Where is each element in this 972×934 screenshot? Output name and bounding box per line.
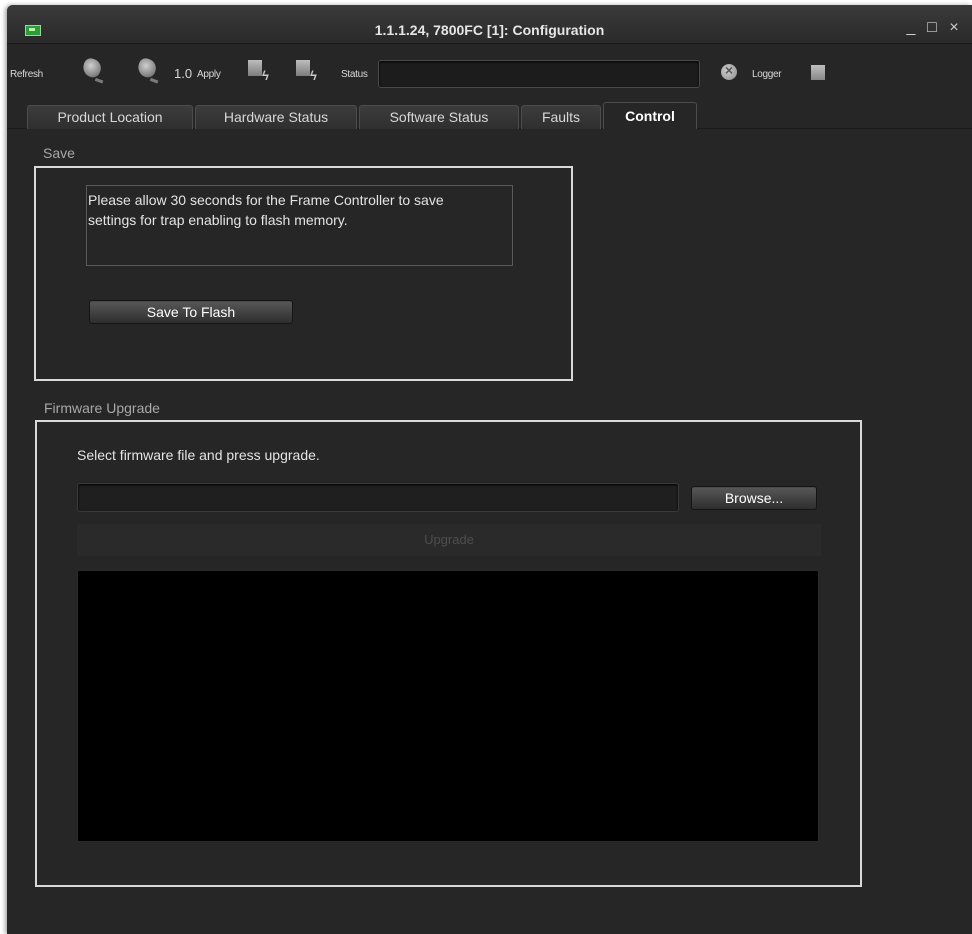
tab-hardware-status[interactable]: Hardware Status: [195, 105, 357, 129]
apply-all-bolt-glyph: ϟ: [310, 68, 317, 83]
tab-bar: Product Location Hardware Status Softwar…: [7, 101, 972, 129]
firmware-instruction: Select firmware file and press upgrade.: [77, 447, 320, 463]
minimize-icon[interactable]: _: [902, 19, 920, 37]
tab-product-location[interactable]: Product Location: [27, 105, 193, 129]
firmware-file-field[interactable]: [77, 483, 679, 512]
status-label: Status: [341, 69, 368, 80]
save-to-flash-button[interactable]: Save To Flash: [89, 300, 293, 324]
maximize-icon[interactable]: □: [923, 19, 941, 37]
apply-label[interactable]: Apply: [197, 69, 221, 80]
save-message-line-1: Please allow 30 seconds for the Frame Co…: [88, 192, 444, 208]
tab-control[interactable]: Control: [603, 102, 697, 129]
save-message-box: Please allow 30 seconds for the Frame Co…: [86, 185, 513, 266]
title-bar[interactable]: 1.1.1.24, 7800FC [1]: Configuration _ □ …: [7, 5, 972, 44]
tab-software-status[interactable]: Software Status: [359, 105, 519, 129]
refresh-gear-icon[interactable]: [80, 56, 104, 80]
save-section-label: Save: [43, 145, 75, 161]
apply-all-bolt-icon[interactable]: [296, 60, 310, 76]
save-message-line-2: settings for trap enabling to flash memo…: [88, 212, 348, 228]
logger-label[interactable]: Logger: [752, 69, 782, 80]
tab-faults[interactable]: Faults: [521, 105, 601, 129]
close-icon[interactable]: ×: [945, 19, 963, 37]
apply-bolt-glyph: ϟ: [262, 68, 269, 83]
logger-icon[interactable]: [811, 65, 825, 80]
toolbar: Refresh 1.0 Apply ϟ ϟ Status Logger: [7, 44, 972, 101]
window-title: 1.1.1.24, 7800FC [1]: Configuration: [374, 22, 605, 38]
configuration-window: 1.1.1.24, 7800FC [1]: Configuration _ □ …: [7, 5, 972, 934]
refresh-label[interactable]: Refresh: [10, 69, 43, 80]
refresh-all-gear-icon[interactable]: [135, 56, 159, 80]
upgrade-button[interactable]: Upgrade: [77, 524, 821, 556]
apply-bolt-icon[interactable]: [248, 60, 262, 76]
firmware-section-label: Firmware Upgrade: [44, 400, 160, 416]
version-value: 1.0: [174, 66, 193, 81]
stop-icon[interactable]: [721, 62, 737, 80]
browse-button[interactable]: Browse...: [691, 486, 817, 510]
status-field: [378, 60, 700, 88]
upgrade-log-area[interactable]: [77, 570, 819, 842]
